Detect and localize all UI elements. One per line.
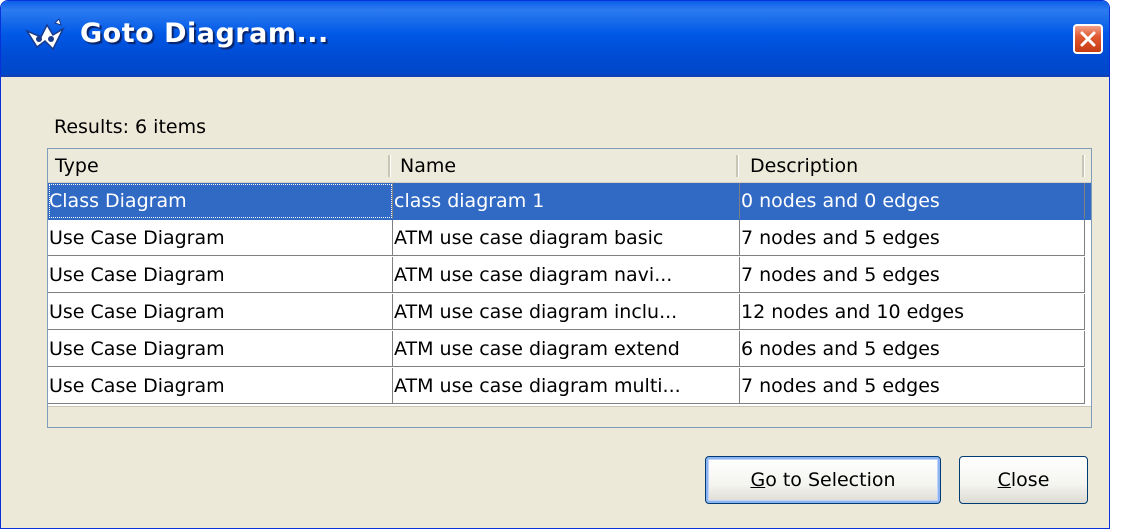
cell-name: ATM use case diagram navi... [393, 257, 740, 293]
horizontal-scrollbar[interactable] [48, 406, 1091, 427]
cell-name: class diagram 1 [393, 183, 740, 219]
goto-mnemonic: G [750, 469, 766, 491]
cell-type: Use Case Diagram [48, 294, 393, 330]
cell-name: ATM use case diagram basic [393, 220, 740, 256]
argo-logo-icon [23, 17, 67, 61]
cell-description: 7 nodes and 5 edges [740, 368, 1085, 404]
close-button[interactable]: Close [959, 456, 1088, 504]
column-divider[interactable] [388, 155, 391, 177]
results-count-label: Results: 6 items [54, 116, 206, 138]
column-header-name[interactable]: Name [400, 149, 456, 183]
table-row[interactable]: Use Case Diagram ATM use case diagram ex… [48, 331, 1091, 368]
cell-name: ATM use case diagram multi... [393, 368, 740, 404]
cell-type: Use Case Diagram [48, 331, 393, 367]
table-header: Type Name Description [48, 149, 1091, 183]
goto-diagram-dialog: Goto Diagram... Results: 6 items Type Na… [0, 0, 1110, 529]
title-bar[interactable]: Goto Diagram... [1, 1, 1109, 77]
column-header-type[interactable]: Type [55, 149, 99, 183]
cell-type: Class Diagram [48, 183, 393, 219]
cell-description: 12 nodes and 10 edges [740, 294, 1085, 330]
table-row[interactable]: Use Case Diagram ATM use case diagram mu… [48, 368, 1091, 405]
cell-description: 7 nodes and 5 edges [740, 257, 1085, 293]
cell-type: Use Case Diagram [48, 220, 393, 256]
table-row-selected[interactable]: Class Diagram class diagram 1 0 nodes an… [48, 183, 1091, 220]
column-divider[interactable] [736, 155, 739, 177]
table-row[interactable]: Use Case Diagram ATM use case diagram ba… [48, 220, 1091, 257]
close-icon[interactable] [1073, 24, 1103, 54]
cell-description: 0 nodes and 0 edges [740, 183, 1085, 219]
table-row[interactable]: Use Case Diagram ATM use case diagram in… [48, 294, 1091, 331]
column-divider[interactable] [1082, 155, 1085, 177]
table-body: Class Diagram class diagram 1 0 nodes an… [48, 183, 1091, 406]
window-title: Goto Diagram... [80, 18, 329, 49]
cell-description: 6 nodes and 5 edges [740, 331, 1085, 367]
cell-description: 7 nodes and 5 edges [740, 220, 1085, 256]
column-header-description[interactable]: Description [750, 149, 858, 183]
cell-name: ATM use case diagram inclu... [393, 294, 740, 330]
close-label: lose [1010, 469, 1050, 491]
table-row[interactable]: Use Case Diagram ATM use case diagram na… [48, 257, 1091, 294]
cell-type: Use Case Diagram [48, 368, 393, 404]
go-to-selection-button[interactable]: Go to Selection [705, 456, 941, 504]
cell-type: Use Case Diagram [48, 257, 393, 293]
results-table: Type Name Description Class Diagram clas… [47, 148, 1092, 428]
goto-label: o to Selection [765, 469, 896, 491]
close-mnemonic: C [997, 469, 1011, 491]
cell-name: ATM use case diagram extend [393, 331, 740, 367]
